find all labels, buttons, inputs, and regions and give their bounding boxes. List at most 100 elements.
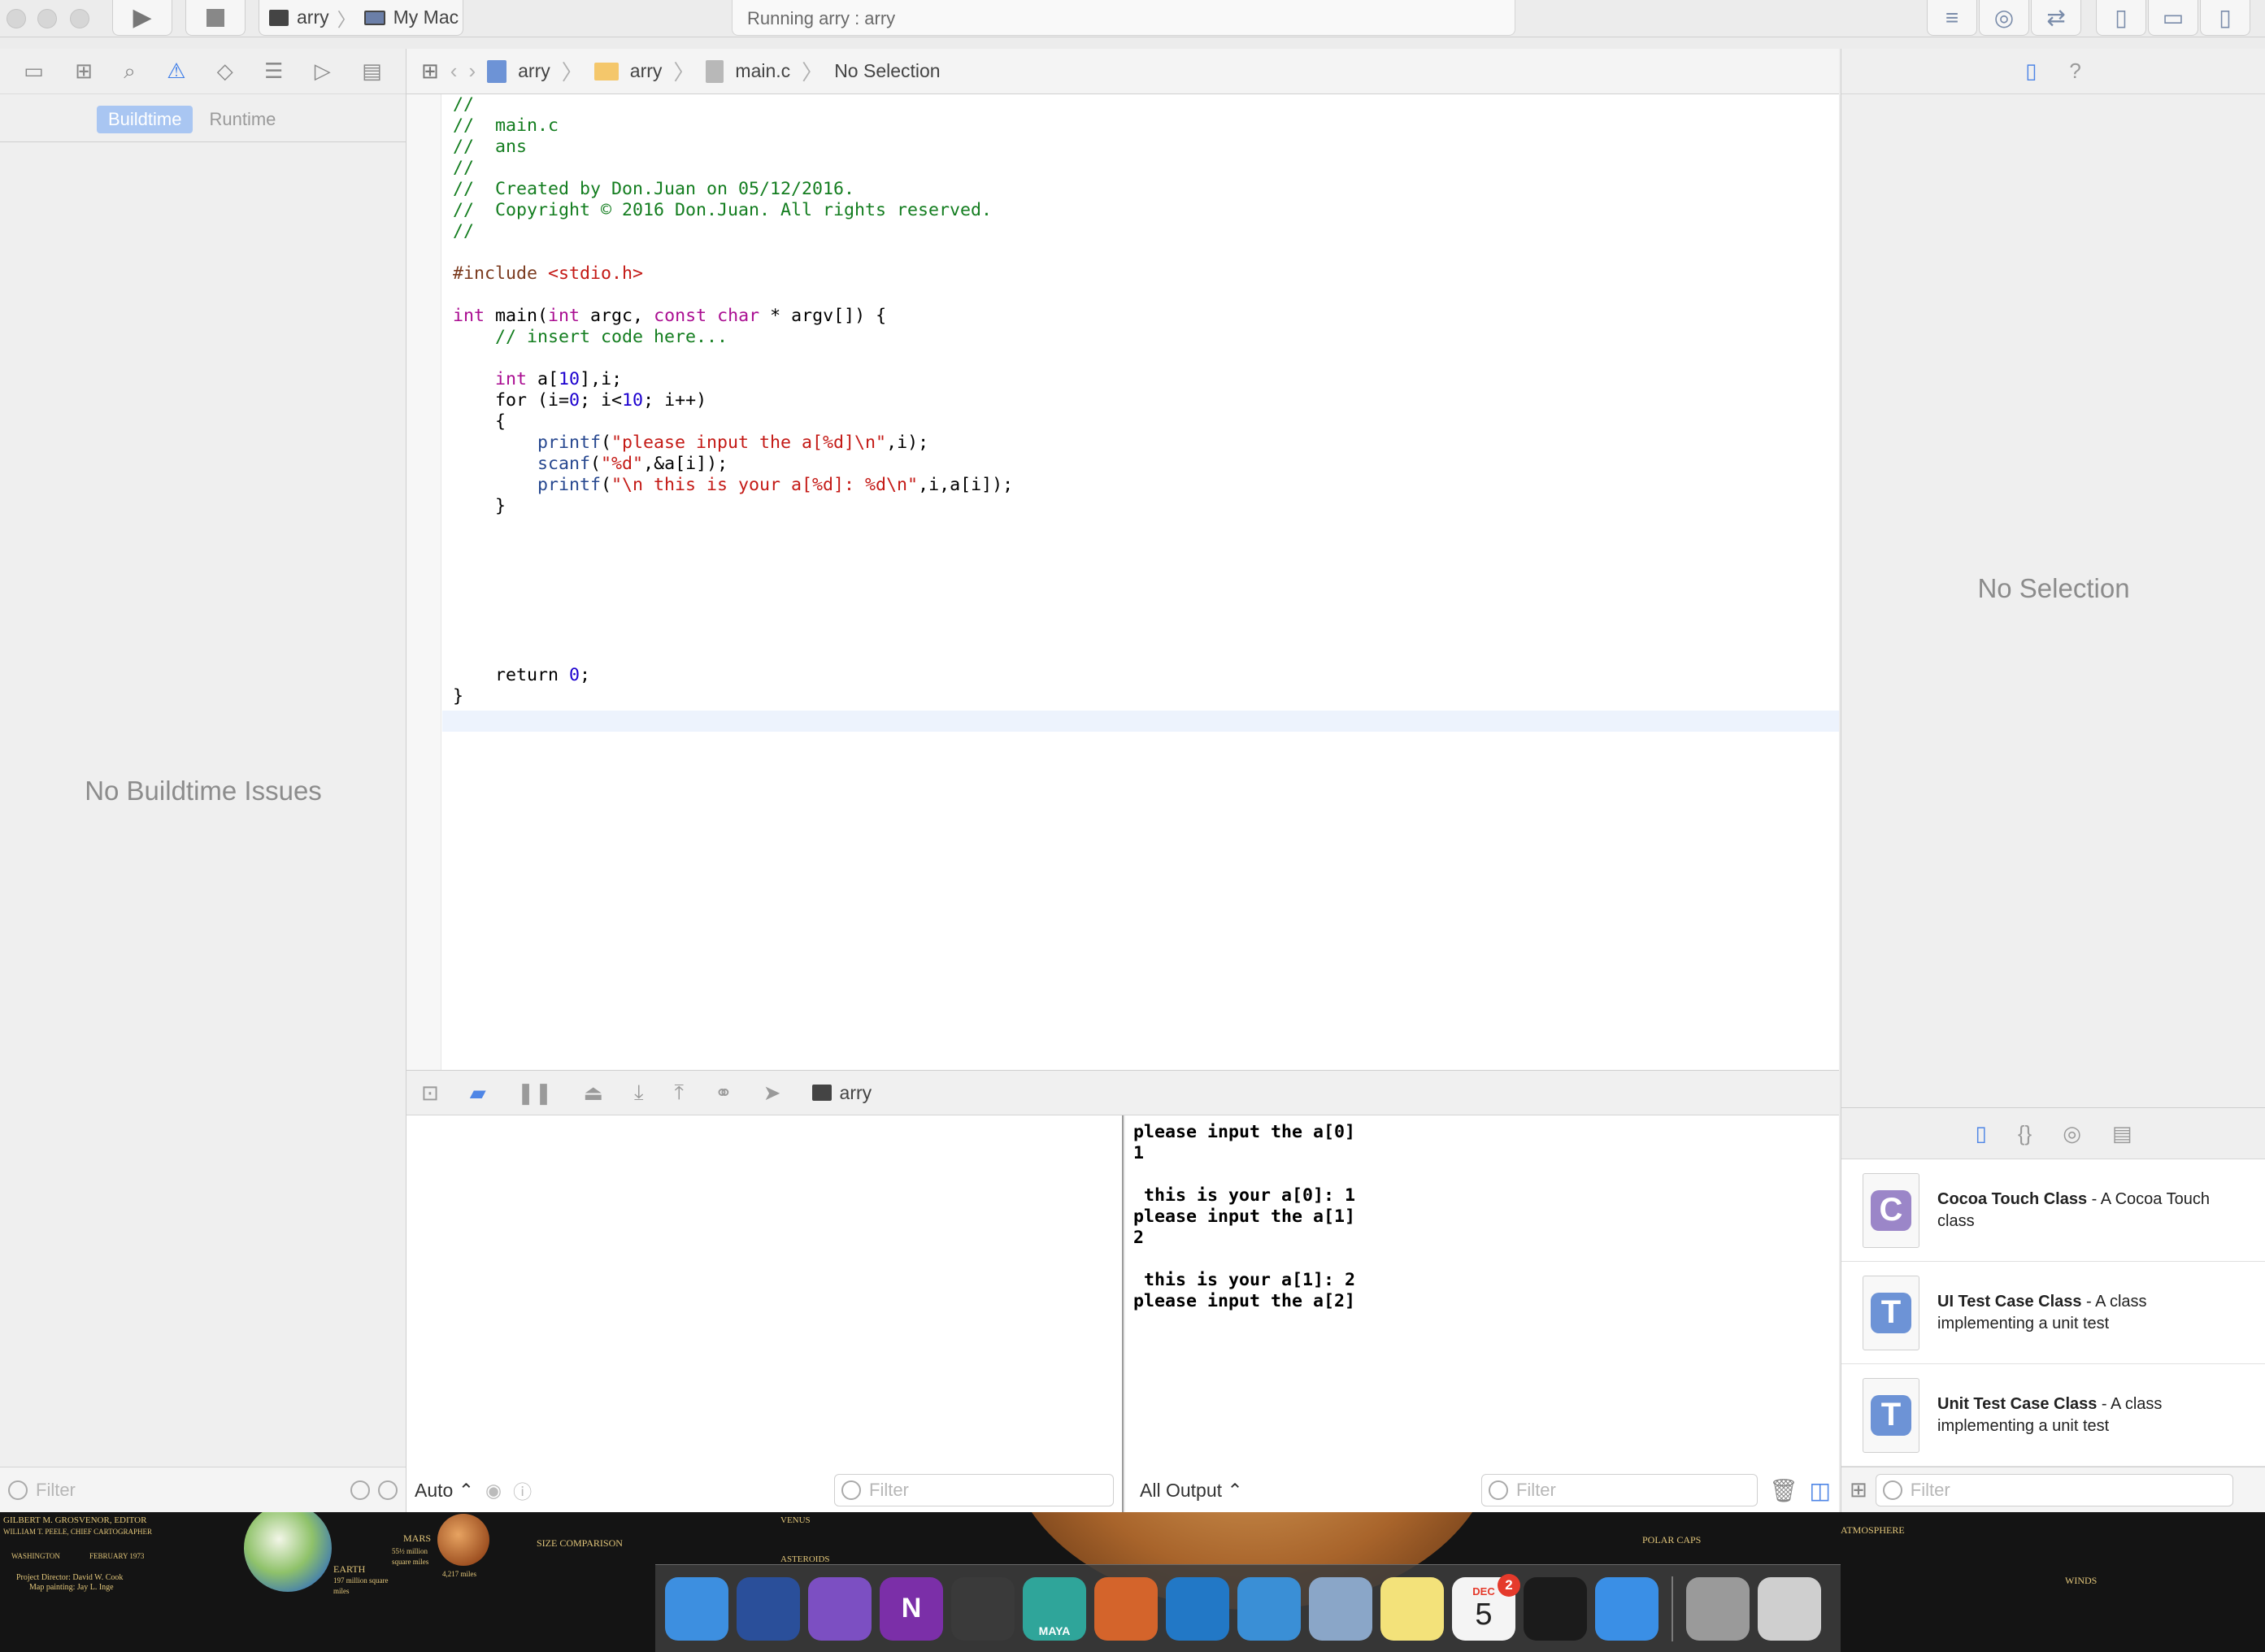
- dock-onenote-icon[interactable]: N: [880, 1576, 943, 1641]
- dock-calendar-icon[interactable]: DEC 5 2: [1452, 1573, 1520, 1641]
- dock-atom-icon[interactable]: [951, 1576, 1015, 1641]
- breadcrumb-project[interactable]: arry: [518, 60, 550, 82]
- code-line[interactable]: #include <stdio.h>: [453, 263, 1827, 285]
- code-line[interactable]: {: [453, 411, 1827, 433]
- navigator-filter-input[interactable]: Filter: [36, 1480, 342, 1501]
- code-line[interactable]: [453, 644, 1827, 665]
- toggle-debug-area-button[interactable]: ▭: [2148, 0, 2198, 36]
- library-filter-field[interactable]: Filter: [1875, 1473, 2233, 1506]
- debug-icon[interactable]: ☰: [264, 59, 283, 84]
- console-filter-field[interactable]: Filter: [1480, 1474, 1758, 1506]
- version-editor-button[interactable]: ⇄: [2031, 0, 2081, 36]
- library-item-unit-test-case-class[interactable]: T Unit Test Case Class - A class impleme…: [1841, 1364, 2265, 1467]
- grid-view-icon[interactable]: ⊞: [1850, 1477, 1867, 1502]
- toggle-inspector-button[interactable]: ▯: [2200, 0, 2250, 36]
- breakpoints-toggle-icon[interactable]: ▰: [470, 1080, 486, 1106]
- dock-launchpad-icon[interactable]: [737, 1576, 800, 1641]
- code-line[interactable]: [453, 623, 1827, 644]
- test-icon[interactable]: ◇: [217, 59, 233, 84]
- breadcrumb-symbol[interactable]: No Selection: [834, 60, 940, 82]
- dock-maya-icon[interactable]: MAYA: [1023, 1576, 1086, 1641]
- code-line[interactable]: //: [453, 158, 1827, 179]
- info-icon[interactable]: ⓘ: [513, 1476, 532, 1504]
- code-line[interactable]: scanf("%d",&a[i]);: [453, 454, 1827, 475]
- zoom-window-button[interactable]: [70, 9, 89, 28]
- code-line[interactable]: [453, 580, 1827, 602]
- forward-arrow-icon[interactable]: ›: [468, 59, 476, 84]
- dock-finder-icon[interactable]: [665, 1576, 728, 1641]
- code-line[interactable]: [453, 517, 1827, 538]
- code-snippet-library-icon[interactable]: {}: [2018, 1121, 2032, 1146]
- scheme-selector[interactable]: arry 〉 My Mac: [259, 0, 463, 36]
- variables-filter-field[interactable]: Filter: [834, 1474, 1114, 1506]
- dock-visual-studio-icon[interactable]: [808, 1576, 872, 1641]
- line-gutter[interactable]: [406, 94, 441, 1070]
- trash-icon[interactable]: 🗑: [1769, 1477, 1798, 1504]
- eye-icon[interactable]: ◉: [485, 1480, 502, 1502]
- code-line[interactable]: // ans: [453, 137, 1827, 158]
- code-line[interactable]: // Created by Don.Juan on 05/12/2016.: [453, 179, 1827, 200]
- segment-runtime[interactable]: Runtime: [209, 106, 276, 133]
- segment-buildtime[interactable]: Buildtime: [97, 106, 193, 133]
- code-line[interactable]: [453, 559, 1827, 580]
- code-line[interactable]: // main.c: [453, 115, 1827, 137]
- output-scope-selector[interactable]: All Output ⌃: [1140, 1480, 1243, 1502]
- dock-trash-icon[interactable]: [1758, 1576, 1821, 1641]
- breakpoint-icon[interactable]: ▷: [315, 59, 331, 84]
- media-library-icon[interactable]: ▤: [2112, 1121, 2132, 1146]
- console-text[interactable]: please input the a[0] 1 this is your a[0]…: [1133, 1122, 1355, 1312]
- folder-icon[interactable]: ▭: [24, 59, 44, 84]
- close-window-button[interactable]: [7, 9, 26, 28]
- code-line[interactable]: printf("please input the a[%d]\n",i);: [453, 433, 1827, 454]
- dock-vscode-icon[interactable]: [1166, 1576, 1229, 1641]
- dock-safari-icon[interactable]: [1595, 1576, 1659, 1641]
- related-items-icon[interactable]: ⊞: [421, 59, 439, 84]
- standard-editor-button[interactable]: ≡: [1927, 0, 1977, 36]
- symbol-icon[interactable]: ⊞: [75, 59, 93, 84]
- minimize-window-button[interactable]: [37, 9, 57, 28]
- dock-qq-icon[interactable]: [1524, 1576, 1587, 1641]
- assistant-editor-button[interactable]: ◎: [1979, 0, 2029, 36]
- quick-help-icon[interactable]: ?: [2069, 59, 2080, 84]
- console-output[interactable]: please input the a[0] 1 this is your a[0]…: [1125, 1115, 1839, 1512]
- issue-filter-icon[interactable]: [378, 1480, 398, 1500]
- step-out-icon[interactable]: ⤒: [674, 1080, 684, 1106]
- clock-icon[interactable]: [350, 1480, 370, 1500]
- code-line[interactable]: return 0;: [453, 665, 1827, 686]
- pause-icon[interactable]: ❚❚: [517, 1080, 553, 1106]
- run-button[interactable]: ▶: [112, 0, 172, 36]
- split-view-icon[interactable]: ◫: [1810, 1477, 1831, 1504]
- code-text[interactable]: //// main.c// ans//// Created by Don.Jua…: [453, 94, 1827, 707]
- dock-stickies-icon[interactable]: [1380, 1576, 1444, 1641]
- code-line[interactable]: [453, 348, 1827, 369]
- source-editor[interactable]: //// main.c// ans//// Created by Don.Jua…: [406, 94, 1839, 1070]
- code-line[interactable]: }: [453, 686, 1827, 707]
- step-over-icon[interactable]: ⏏: [583, 1080, 603, 1106]
- breadcrumb-file[interactable]: main.c: [735, 60, 790, 82]
- code-line[interactable]: [453, 242, 1827, 263]
- process-selector[interactable]: arry: [811, 1082, 872, 1104]
- code-line[interactable]: [453, 602, 1827, 623]
- view-hierarchy-icon[interactable]: ⚭: [715, 1080, 733, 1106]
- code-line[interactable]: int a[10],i;: [453, 369, 1827, 390]
- warning-icon[interactable]: ⚠: [167, 59, 185, 84]
- toggle-navigator-button[interactable]: ▯: [2096, 0, 2146, 36]
- variables-scope-selector[interactable]: Auto ⌃: [415, 1480, 474, 1502]
- code-line[interactable]: }: [453, 496, 1827, 517]
- report-icon[interactable]: ▤: [362, 59, 382, 84]
- file-inspector-icon[interactable]: ▯: [2025, 59, 2037, 84]
- code-line[interactable]: int main(int argc, const char * argv[]) …: [453, 306, 1827, 327]
- variables-view[interactable]: Auto ⌃ ◉ ⓘ Filter: [406, 1115, 1124, 1512]
- dock-matlab-icon[interactable]: [1094, 1576, 1158, 1641]
- search-icon[interactable]: ⌕: [124, 59, 136, 85]
- library-item-cocoa-touch-class[interactable]: C Cocoa Touch Class - A Cocoa Touch clas…: [1841, 1159, 2265, 1262]
- code-line[interactable]: //: [453, 94, 1827, 115]
- object-library-icon[interactable]: ◎: [2063, 1121, 2081, 1146]
- code-line[interactable]: [453, 538, 1827, 559]
- code-line[interactable]: printf("\n this is your a[%d]: %d\n",i,a…: [453, 475, 1827, 496]
- library-item-ui-test-case-class[interactable]: T UI Test Case Class - A class implement…: [1841, 1262, 2265, 1364]
- breadcrumb-group[interactable]: arry: [630, 60, 663, 82]
- code-line[interactable]: for (i=0; i<10; i++): [453, 390, 1827, 411]
- stop-button[interactable]: [185, 0, 246, 36]
- dock-remote-desktop-icon[interactable]: [1309, 1576, 1372, 1641]
